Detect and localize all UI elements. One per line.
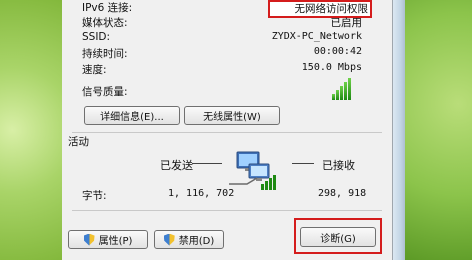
sent-line — [192, 163, 222, 164]
speed-value: 150.0 Mbps — [301, 62, 362, 73]
bytes-label: 字节: — [82, 190, 107, 202]
activity-title: 活动 — [68, 136, 89, 148]
sent-label: 已发送 — [160, 159, 193, 172]
properties-button-label: 属性(P) — [98, 236, 133, 247]
diagnose-button-label: 诊断(G) — [320, 233, 356, 245]
network-computers-icon — [227, 150, 283, 192]
uac-shield-icon — [163, 233, 175, 246]
signal-quality-label: 信号质量: — [82, 86, 128, 98]
divider — [72, 132, 382, 133]
desktop-wallpaper-right — [404, 0, 472, 260]
ssid-label: SSID: — [82, 31, 111, 43]
received-label: 已接收 — [322, 159, 355, 172]
window-frame-edge — [392, 0, 405, 260]
properties-button[interactable]: 属性(P) — [68, 230, 148, 249]
signal-strength-icon — [332, 78, 351, 100]
desktop-wallpaper-left — [0, 0, 62, 260]
speed-label: 速度: — [82, 64, 107, 76]
details-button-label: 详细信息(E)... — [100, 112, 164, 123]
diagnose-button[interactable]: 诊断(G) — [300, 227, 376, 247]
ipv6-label: IPv6 连接: — [82, 2, 133, 14]
details-button[interactable]: 详细信息(E)... — [84, 106, 180, 125]
disable-button-label: 禁用(D) — [178, 236, 215, 247]
divider — [72, 210, 382, 211]
media-state-value: 已启用 — [330, 17, 363, 29]
duration-label: 持续时间: — [82, 48, 128, 60]
received-line — [292, 163, 314, 164]
received-bytes: 298, 918 — [318, 188, 367, 199]
wireless-properties-label: 无线属性(W) — [203, 112, 261, 123]
wireless-status-dialog: IPv6 连接: 无网络访问权限 媒体状态: 已启用 SSID: ZYDX-PC… — [62, 0, 393, 260]
ssid-value: ZYDX-PC_Network — [271, 31, 362, 42]
uac-shield-icon — [83, 233, 95, 246]
media-state-label: 媒体状态: — [82, 17, 128, 29]
ipv6-value: 无网络访问权限 — [294, 3, 369, 15]
duration-value: 00:00:42 — [313, 46, 362, 57]
disable-button[interactable]: 禁用(D) — [154, 230, 224, 249]
wireless-properties-button[interactable]: 无线属性(W) — [184, 106, 280, 125]
sent-bytes: 1, 116, 702 — [168, 188, 235, 199]
